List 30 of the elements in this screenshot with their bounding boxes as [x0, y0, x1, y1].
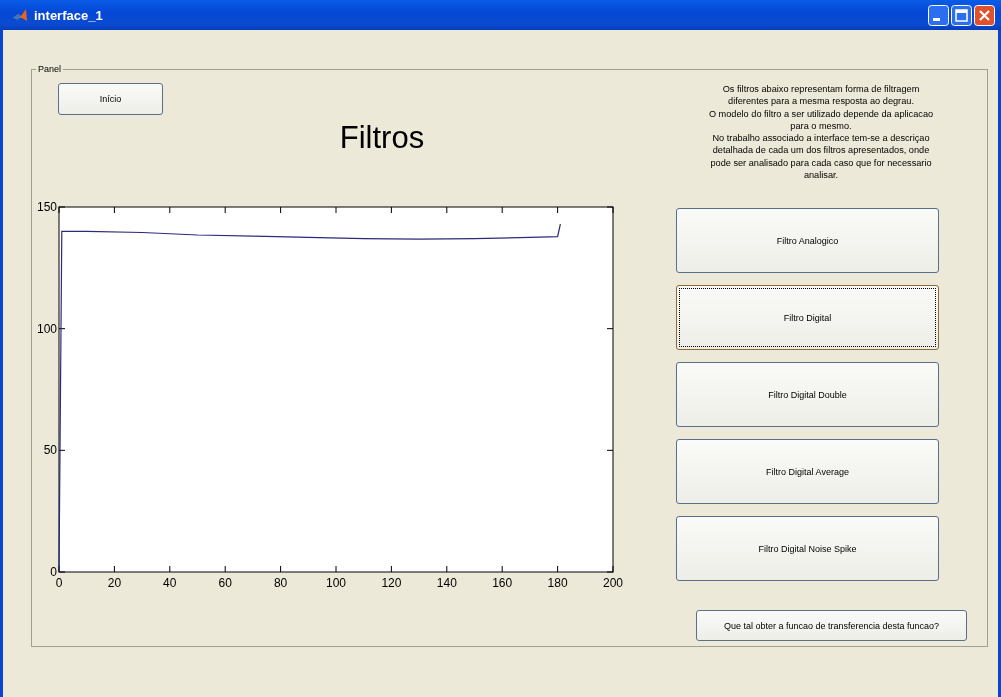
y-tick-label: 150 [36, 200, 57, 214]
x-tick-label: 80 [273, 576, 288, 590]
window-title: interface_1 [34, 7, 104, 23]
filter-button[interactable]: Filtro Digital Double [676, 362, 939, 428]
filter-button[interactable]: Filtro Digital Noise Spike [676, 516, 939, 582]
y-tick-label: 50 [43, 443, 57, 458]
maximize-icon[interactable] [951, 4, 972, 26]
minimize-icon[interactable] [928, 4, 949, 26]
transfer-function-button[interactable]: Que tal obter a funcao de transferencia desta funcao? [696, 610, 967, 642]
x-tick-label: 60 [218, 576, 232, 590]
y-tick-label: 100 [36, 321, 57, 336]
start-button[interactable]: Início [58, 83, 163, 115]
close-icon[interactable] [974, 4, 995, 26]
x-tick-label: 160 [492, 576, 513, 590]
x-tick-label: 20 [107, 576, 122, 590]
x-tick-label: 40 [163, 576, 177, 590]
x-tick-label: 140 [436, 576, 457, 590]
x-tick-label: 180 [547, 576, 568, 590]
app-icon [12, 7, 28, 23]
x-tick-label: 120 [381, 576, 402, 590]
description-text: Os filtros abaixo representam forma de filtragem diferentes para a mesma resposta ao degrau. O modelo do filtro a ser utilizado depende da aplicacao para o mesmo. No trabalho associado a interface tem-se a descriçao detalhada de cada um dos filtros apresentados, onde pode ser analisado para cada caso que for necessario analisar. [707, 83, 935, 182]
filter-button[interactable]: Filtro Digital [676, 285, 939, 351]
x-tick-label: 100 [326, 576, 346, 590]
page-heading: Filtros [338, 119, 426, 157]
x-tick-label: 0 [55, 576, 63, 590]
filter-button[interactable]: Filtro Analogico [676, 208, 939, 274]
x-tick-label: 200 [603, 576, 623, 590]
y-tick-label: 0 [50, 565, 57, 579]
filter-button[interactable]: Filtro Digital Average [676, 439, 939, 505]
panel-title: Panel [37, 64, 63, 74]
